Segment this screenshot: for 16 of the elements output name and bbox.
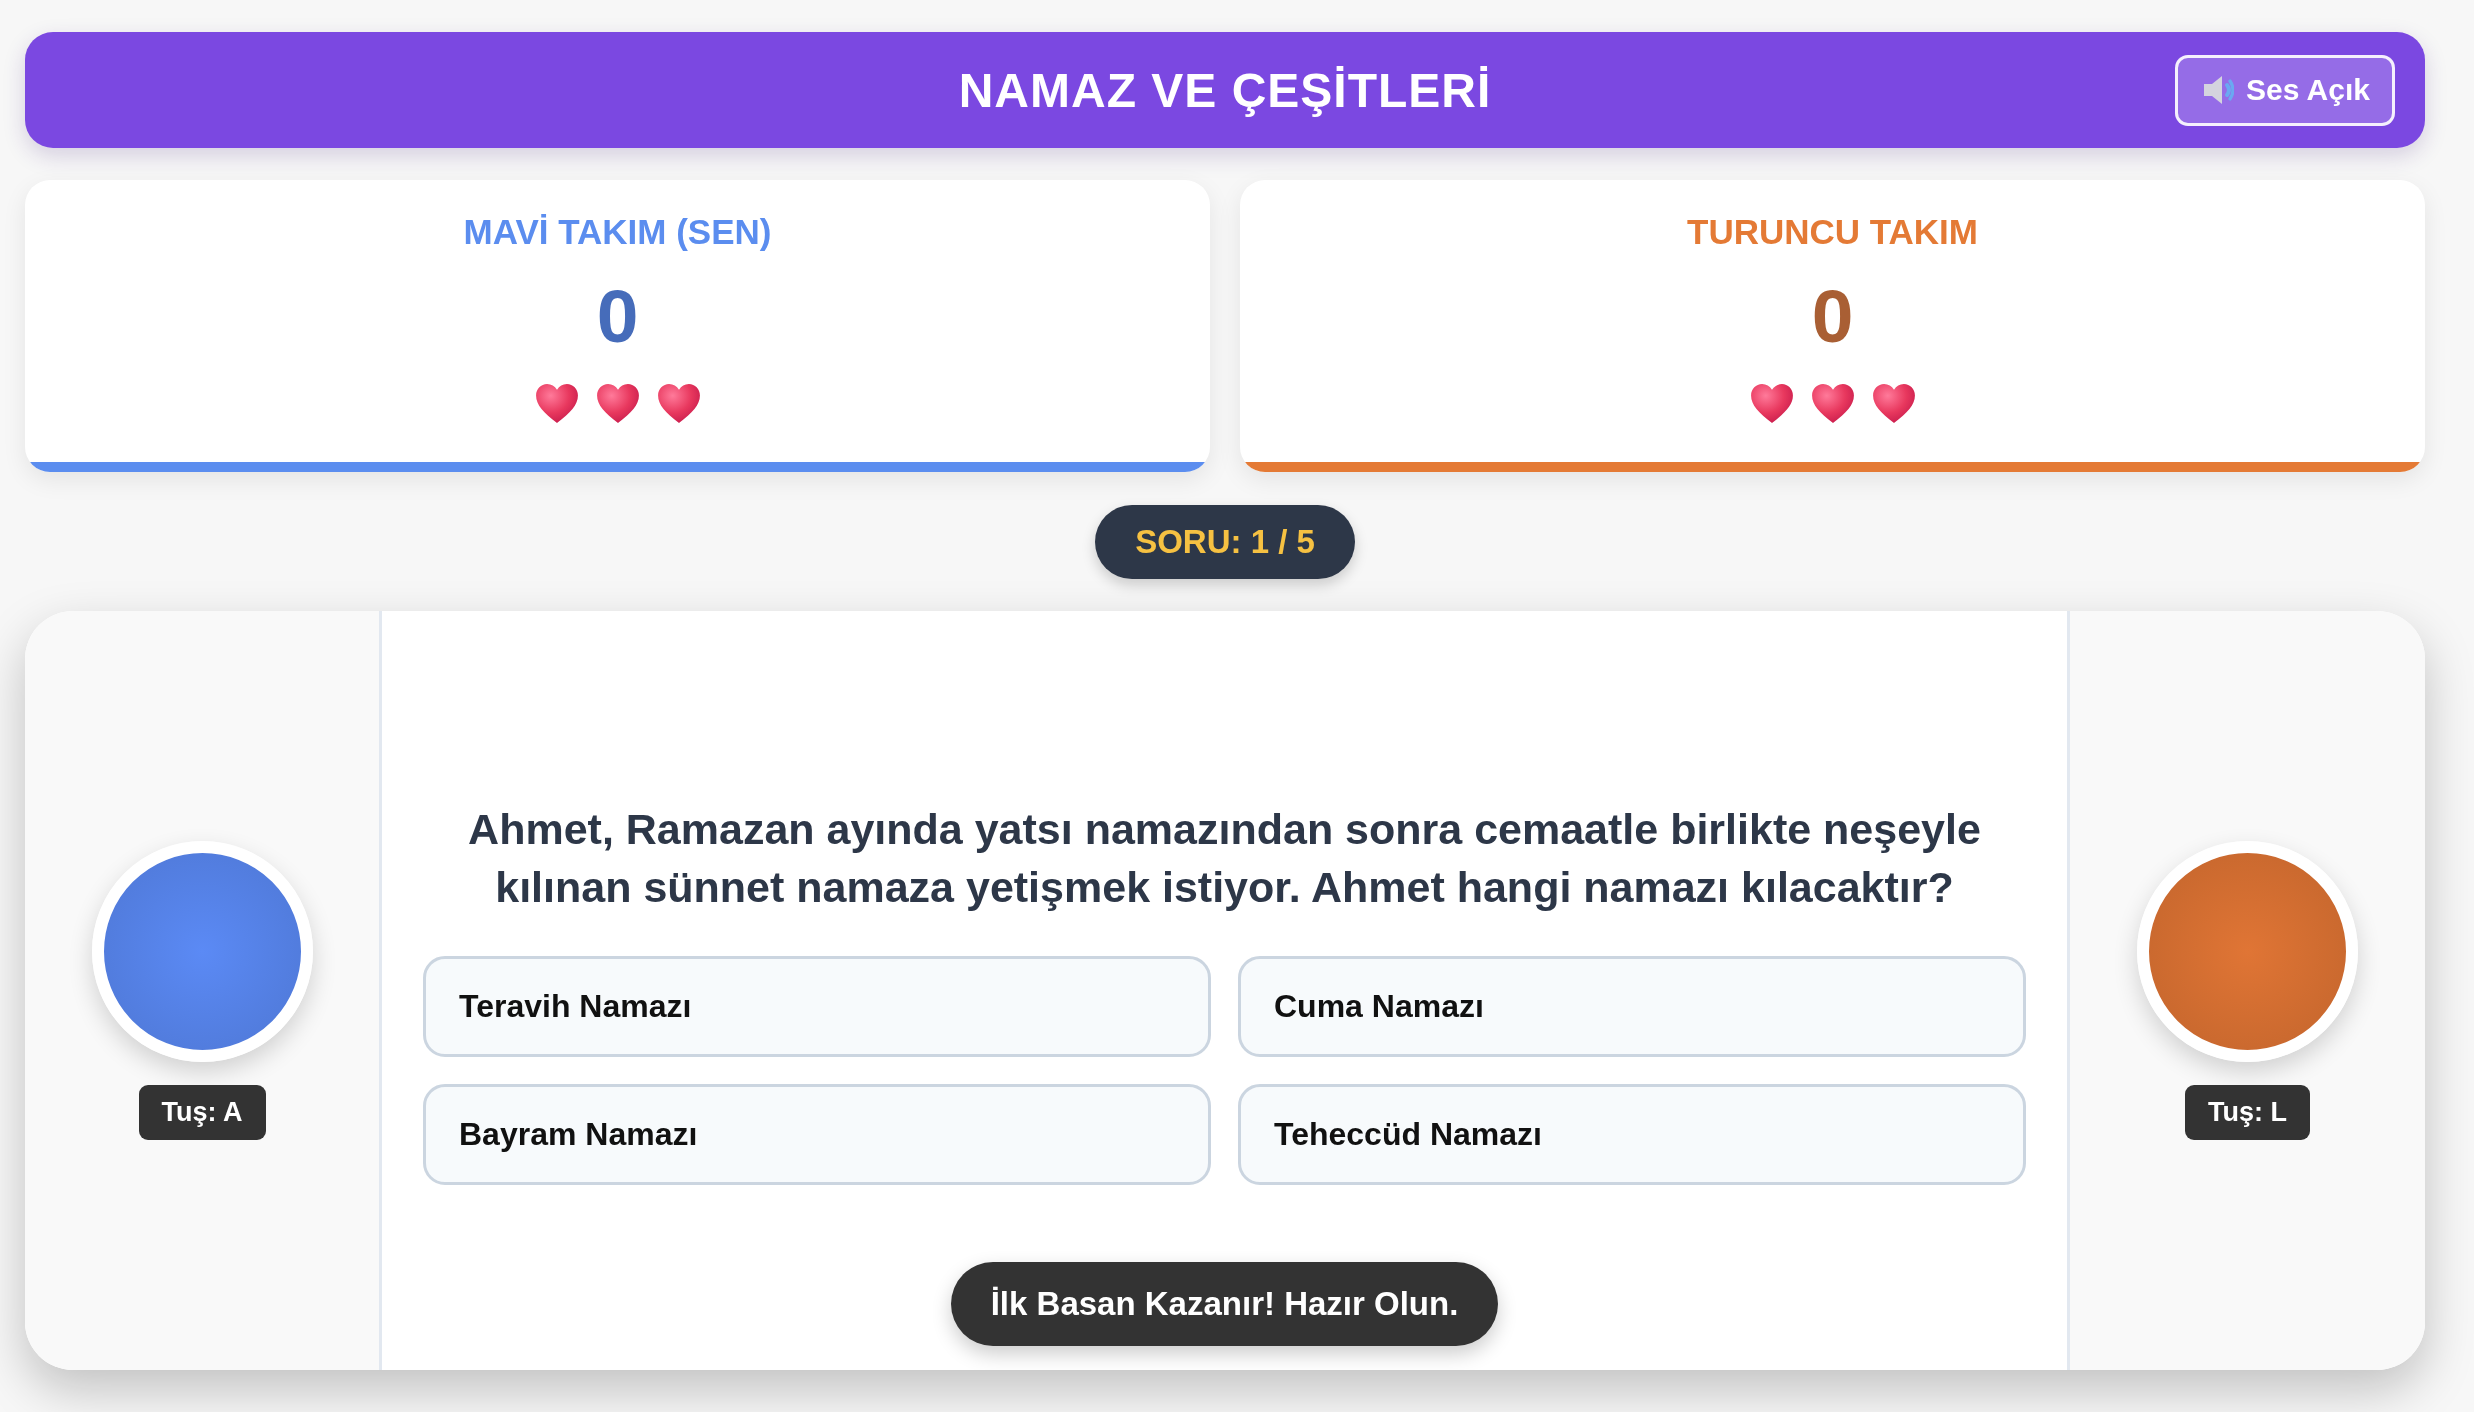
team-score: 0	[1811, 276, 1854, 356]
answer-option[interactable]: Teravih Namazı	[423, 956, 1211, 1057]
answer-option[interactable]: Cuma Namazı	[1238, 956, 2026, 1057]
team-name: MAVİ TAKIM (SEN)	[463, 212, 772, 252]
key-hint-label: Tuş: A	[138, 1085, 266, 1140]
team-score: 0	[596, 276, 639, 356]
speaker-icon	[2204, 76, 2234, 104]
key-hint-label: Tuş: L	[2185, 1085, 2310, 1140]
team-name: TURUNCU TAKIM	[1687, 212, 1978, 252]
page-title: NAMAZ VE ÇEŞİTLERİ	[958, 62, 1492, 118]
answer-option[interactable]: Bayram Namazı	[423, 1084, 1211, 1185]
question-text: Ahmet, Ramazan ayında yatsı namazından sonra cemaatle birlikte neşeyle kılınan sünnet namaza yetişmek istiyor. Ahmet hangi namazı kılacaktır?	[467, 804, 1982, 913]
sound-button[interactable]: Ses Açık	[2175, 54, 2395, 126]
answer-option[interactable]: Teheccüd Namazı	[1238, 1084, 2026, 1185]
status-banner: İlk Basan Kazanır! Hazır Olun.	[950, 1262, 1499, 1346]
question-counter: SORU: 1 / 5	[1095, 505, 1355, 579]
